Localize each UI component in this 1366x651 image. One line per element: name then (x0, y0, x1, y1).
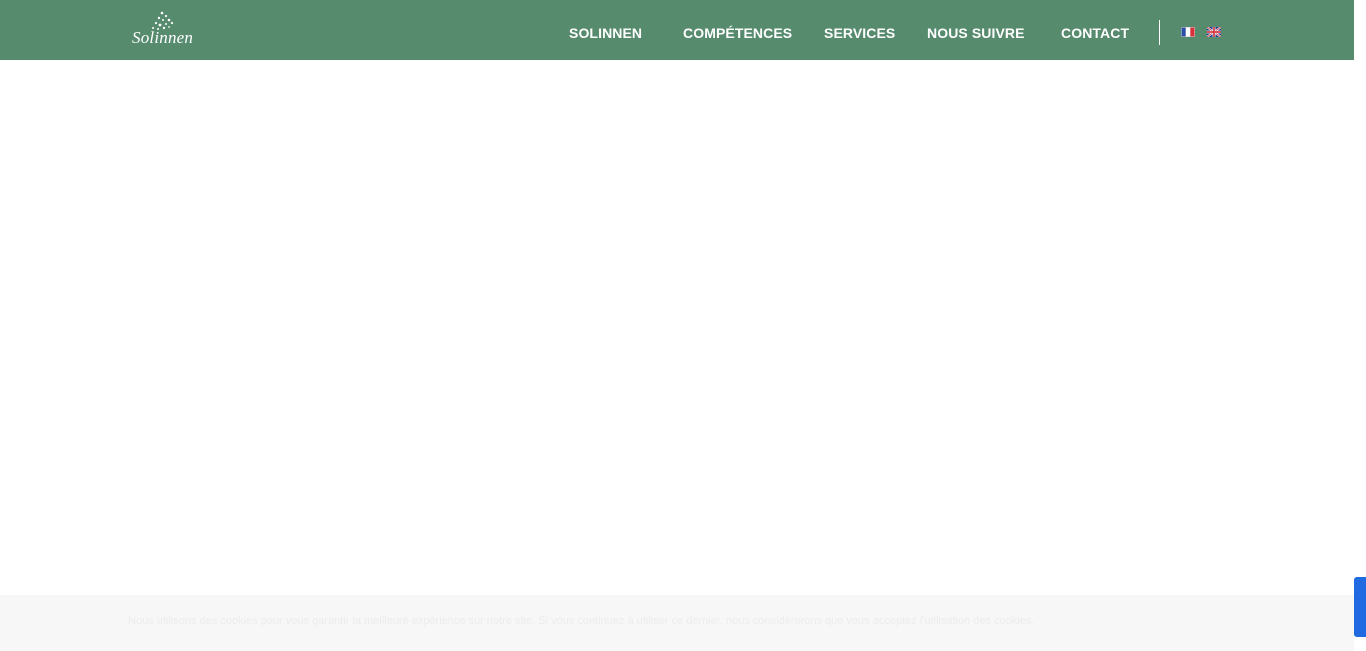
language-en-link[interactable] (1207, 27, 1221, 37)
page: Solinnen SOLINNEN COMPÉTENCES SERVICES N… (0, 0, 1366, 651)
cookie-notice-text: Nous utilisons des cookies pour vous gar… (128, 615, 1035, 627)
flag-fr-icon (1181, 27, 1195, 37)
flag-uk-icon (1207, 27, 1221, 37)
logo-text: Solinnen (132, 28, 194, 47)
side-feedback-tab[interactable] (1354, 577, 1366, 637)
language-fr-link[interactable] (1181, 27, 1195, 37)
nav-divider (1159, 20, 1160, 45)
cookie-bar: Nous utilisons des cookies pour vous gar… (0, 595, 1354, 651)
site-header: Solinnen SOLINNEN COMPÉTENCES SERVICES N… (0, 0, 1354, 60)
nav-item-contact[interactable]: CONTACT (1061, 24, 1129, 42)
nav-item-services[interactable]: SERVICES (824, 24, 895, 42)
nav-item-competences[interactable]: COMPÉTENCES (683, 24, 792, 42)
main-content (0, 60, 1354, 595)
nav-item-nous-suivre[interactable]: NOUS SUIVRE (927, 24, 1025, 42)
logo-link[interactable]: Solinnen (128, 10, 200, 52)
nav-item-solinnen[interactable]: SOLINNEN (569, 24, 642, 42)
